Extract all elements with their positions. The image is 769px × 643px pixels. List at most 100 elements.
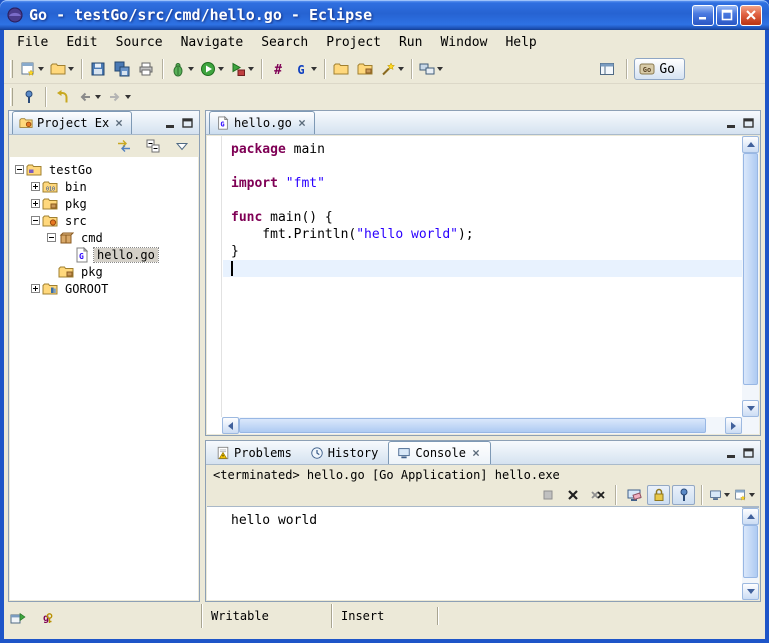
- remove-launch-button[interactable]: [561, 485, 584, 505]
- menu-navigate[interactable]: Navigate: [172, 32, 253, 53]
- terminate-button[interactable]: [536, 485, 559, 505]
- close-tab-icon[interactable]: [296, 117, 308, 129]
- maximize-view-icon[interactable]: [182, 118, 194, 129]
- go-perspective-button[interactable]: Go: [634, 58, 685, 80]
- back-button[interactable]: [74, 85, 104, 109]
- save-button[interactable]: [86, 57, 110, 81]
- close-button[interactable]: [740, 5, 762, 26]
- menu-help[interactable]: Help: [496, 32, 545, 53]
- scroll-track[interactable]: [742, 153, 759, 400]
- scroll-lock-button[interactable]: [647, 485, 670, 505]
- scroll-thumb[interactable]: [743, 525, 758, 578]
- tree-item-src[interactable]: src: [10, 212, 198, 229]
- go-fast-view-icon[interactable]: [38, 610, 54, 626]
- project-explorer-icon: [19, 116, 33, 130]
- display-console-button[interactable]: [708, 485, 731, 505]
- expand-expander-icon[interactable]: [30, 182, 40, 191]
- editor-horizontal-scrollbar[interactable]: [222, 417, 742, 434]
- maximize-view-icon[interactable]: [743, 118, 755, 129]
- open-type-button[interactable]: [353, 57, 377, 81]
- team-sync-button[interactable]: [416, 57, 446, 81]
- pin-editor-button[interactable]: [17, 85, 41, 109]
- tree-item-pkg2[interactable]: pkg: [10, 263, 198, 280]
- search-button[interactable]: [377, 57, 407, 81]
- scroll-up-button[interactable]: [742, 136, 759, 153]
- scroll-thumb[interactable]: [743, 153, 758, 385]
- tab-problems[interactable]: Problems: [208, 442, 300, 464]
- close-view-icon[interactable]: [113, 117, 125, 129]
- scroll-track[interactable]: [239, 417, 725, 434]
- scroll-left-button[interactable]: [222, 417, 239, 434]
- pin-console-button[interactable]: [672, 485, 695, 505]
- forward-button[interactable]: [104, 85, 134, 109]
- editor-tab-hello-go[interactable]: hello.go: [209, 111, 315, 134]
- maximize-button[interactable]: [716, 5, 738, 26]
- expand-expander-icon[interactable]: [30, 284, 40, 293]
- new-wizard-button[interactable]: [17, 57, 47, 81]
- print-button[interactable]: [134, 57, 158, 81]
- link-with-editor-button[interactable]: [112, 136, 136, 156]
- tree-item-pkg[interactable]: pkg: [10, 195, 198, 212]
- collapse-expander-icon[interactable]: [14, 165, 24, 174]
- close-tab-icon[interactable]: [470, 447, 482, 459]
- collapse-expander-icon[interactable]: [30, 216, 40, 225]
- save-all-button[interactable]: [110, 57, 134, 81]
- tab-console[interactable]: Console: [388, 441, 491, 464]
- fast-view-icon[interactable]: [10, 610, 26, 626]
- editor-vertical-scrollbar[interactable]: [742, 136, 759, 417]
- clear-console-button[interactable]: [622, 485, 645, 505]
- go-tools-button[interactable]: [290, 57, 320, 81]
- menu-project[interactable]: Project: [317, 32, 390, 53]
- console-status-line: <terminated> hello.go [Go Application] h…: [206, 466, 760, 484]
- menu-source[interactable]: Source: [107, 32, 172, 53]
- tab-history[interactable]: History: [302, 442, 387, 464]
- toolbar-grip[interactable]: [10, 60, 13, 78]
- maximize-view-icon[interactable]: [743, 448, 755, 459]
- menu-file[interactable]: File: [8, 32, 57, 53]
- menu-run[interactable]: Run: [390, 32, 431, 53]
- run-button[interactable]: [197, 57, 227, 81]
- minimize-view-icon[interactable]: [726, 448, 738, 459]
- minimize-button[interactable]: [692, 5, 714, 26]
- expand-expander-icon[interactable]: [30, 199, 40, 208]
- view-menu-button[interactable]: [170, 136, 194, 156]
- scroll-down-button[interactable]: [742, 583, 759, 600]
- scroll-up-button[interactable]: [742, 508, 759, 525]
- open-resource-button[interactable]: [329, 57, 353, 81]
- collapse-expander-icon[interactable]: [46, 233, 56, 242]
- debug-button[interactable]: [167, 57, 197, 81]
- status-separator: [437, 607, 438, 625]
- console-vertical-scrollbar[interactable]: [742, 507, 759, 600]
- scroll-down-button[interactable]: [742, 400, 759, 417]
- code-area[interactable]: package main import "fmt" func main() { …: [223, 136, 742, 417]
- open-perspective-button[interactable]: [595, 57, 619, 81]
- toolbar-separator: [81, 59, 82, 79]
- console-output[interactable]: hello world: [207, 506, 759, 600]
- minimize-view-icon[interactable]: [165, 118, 177, 129]
- toolbar-grip[interactable]: [10, 88, 13, 106]
- tree-item-hello-go[interactable]: hello.go: [10, 246, 198, 263]
- remove-all-launches-button[interactable]: [586, 485, 609, 505]
- last-edit-location-button[interactable]: [50, 85, 74, 109]
- scroll-right-button[interactable]: [725, 417, 742, 434]
- dropdown-arrow-icon: [68, 67, 74, 71]
- collapse-all-button[interactable]: [141, 136, 165, 156]
- tree-item-cmd[interactable]: cmd: [10, 229, 198, 246]
- tree-item-bin[interactable]: bin: [10, 178, 198, 195]
- code-line: fmt.Println("hello world");: [231, 226, 742, 243]
- open-console-button[interactable]: [733, 485, 756, 505]
- project-explorer-tab[interactable]: Project Ex: [12, 111, 132, 134]
- menu-window[interactable]: Window: [431, 32, 496, 53]
- go-build-button[interactable]: [266, 57, 290, 81]
- scroll-track[interactable]: [742, 525, 759, 583]
- project-tree[interactable]: testGo bin pkg src cmd: [10, 157, 198, 600]
- tree-item-goroot[interactable]: GOROOT: [10, 280, 198, 297]
- annotation-ruler[interactable]: [207, 136, 222, 417]
- tree-item-testgo[interactable]: testGo: [10, 161, 198, 178]
- new-project-button[interactable]: [47, 57, 77, 81]
- scroll-thumb[interactable]: [239, 418, 706, 433]
- menu-search[interactable]: Search: [252, 32, 317, 53]
- minimize-view-icon[interactable]: [726, 118, 738, 129]
- run-external-tools-button[interactable]: [227, 57, 257, 81]
- menu-edit[interactable]: Edit: [57, 32, 106, 53]
